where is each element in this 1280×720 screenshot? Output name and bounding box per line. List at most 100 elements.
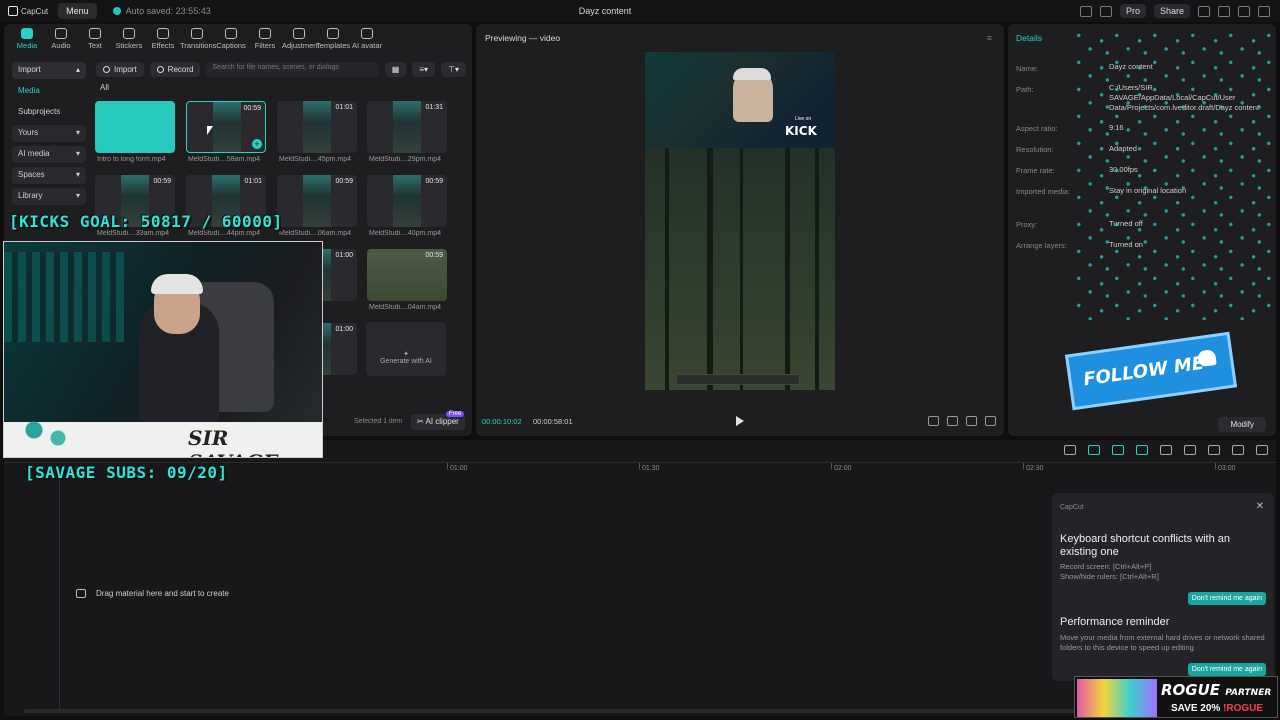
zoom-out-icon[interactable] bbox=[1208, 445, 1220, 455]
filter-button[interactable]: ⊤▾ bbox=[441, 61, 466, 77]
detail-label: Arrange layers: bbox=[1016, 241, 1067, 250]
app-name: CapCut bbox=[21, 6, 49, 16]
notification-title: Performance reminder bbox=[1060, 616, 1170, 628]
detail-value: Adapted bbox=[1109, 144, 1137, 153]
notification-title: Keyboard shortcut conflicts with an exis… bbox=[1060, 533, 1230, 558]
all-filter-label[interactable]: All bbox=[100, 83, 109, 92]
timeline-playhead[interactable] bbox=[59, 480, 60, 710]
sidebar-item-import[interactable]: Import ▴ bbox=[12, 62, 86, 79]
layout-icon[interactable] bbox=[1079, 5, 1092, 17]
snap-icon[interactable] bbox=[1136, 445, 1148, 455]
ratio-icon[interactable] bbox=[947, 416, 958, 426]
timeline-scrollbar[interactable] bbox=[24, 709, 1194, 713]
fullscreen-icon[interactable] bbox=[985, 416, 996, 426]
maximize-icon[interactable] bbox=[1238, 5, 1250, 17]
detail-label: Name: bbox=[1016, 64, 1039, 73]
tab-media[interactable]: Media bbox=[10, 28, 44, 52]
magnet-icon[interactable] bbox=[1112, 445, 1124, 455]
thumbnail-image bbox=[393, 175, 421, 227]
detail-value: 9:16 bbox=[1109, 123, 1124, 132]
media-search-input[interactable]: Search for file names, scenes, or dialog… bbox=[206, 61, 379, 77]
tab-transitions[interactable]: Transitions bbox=[180, 28, 216, 52]
zoom-slider-icon[interactable] bbox=[1232, 445, 1244, 455]
minimize-icon[interactable] bbox=[1218, 5, 1230, 17]
tab-stickers[interactable]: Stickers bbox=[112, 28, 146, 52]
sidebar-item-spaces[interactable]: Spaces ▾ bbox=[12, 167, 86, 184]
tab-text[interactable]: Text bbox=[78, 28, 112, 52]
video-preview[interactable]: Live on KICK KICK.COM/SIR_SAVAGE bbox=[645, 52, 835, 390]
media-thumbnail[interactable]: 00:59 bbox=[367, 249, 447, 301]
tab-templates[interactable]: Templates bbox=[316, 28, 350, 52]
app-brand: CapCut bbox=[8, 6, 48, 16]
menu-button[interactable]: Menu bbox=[58, 3, 97, 19]
add-to-timeline-icon[interactable]: + bbox=[252, 139, 262, 149]
tree bbox=[707, 148, 713, 390]
detail-label: Proxy: bbox=[1016, 220, 1038, 229]
media-sidebar: Import ▴ Media Subprojects Yours ▾ AI medi… bbox=[12, 62, 86, 209]
tree bbox=[815, 148, 819, 390]
caption-track-icon[interactable] bbox=[1184, 445, 1196, 455]
media-thumbnail-selected[interactable]: 00:59 + bbox=[186, 101, 266, 153]
thumbnail-image bbox=[213, 102, 241, 152]
autosave-status: Auto saved: 23:55:43 bbox=[112, 6, 211, 16]
tab-effects[interactable]: Effects bbox=[146, 28, 180, 52]
generate-with-ai-button[interactable]: ✦ Generate with AI bbox=[366, 322, 446, 376]
adjustment-icon bbox=[293, 28, 305, 39]
share-button[interactable]: Share bbox=[1153, 4, 1190, 18]
detail-value: Stay in original location bbox=[1109, 186, 1187, 195]
templates-icon bbox=[327, 28, 339, 39]
record-button[interactable]: Record bbox=[149, 61, 201, 77]
detail-value: C:/Users/SIR SAVAGE/AppData/Local/CapCut… bbox=[1109, 83, 1260, 112]
tab-ai-avatar[interactable]: AI avatar bbox=[350, 28, 384, 52]
close-icon[interactable] bbox=[1258, 5, 1270, 17]
preview-controls: 00:00:10:02 00:00:58:01 bbox=[476, 414, 1004, 430]
thumbnail-label: MeldStudi....04am.mp4 bbox=[369, 304, 441, 311]
sidebar-item-subprojects[interactable]: Subprojects bbox=[12, 104, 86, 121]
detail-value: Turned on bbox=[1109, 240, 1143, 249]
tab-adjustment[interactable]: Adjustment bbox=[282, 28, 320, 52]
media-thumbnail[interactable]: 00:59 bbox=[367, 175, 447, 227]
link-icon[interactable] bbox=[1088, 445, 1100, 455]
crop-icon[interactable] bbox=[928, 416, 939, 426]
detail-label: Path: bbox=[1016, 85, 1034, 94]
media-thumbnail[interactable]: 01:31 bbox=[367, 101, 447, 153]
export-icon[interactable] bbox=[1198, 5, 1210, 17]
sidebar-item-ai-media[interactable]: AI media ▾ bbox=[12, 146, 86, 163]
tab-filters[interactable]: Filters bbox=[248, 28, 282, 52]
sidebar-item-media[interactable]: Media bbox=[12, 83, 86, 100]
webcam-frame: Live on KICK bbox=[645, 52, 835, 148]
tab-captions[interactable]: Captions bbox=[214, 28, 248, 52]
audio-icon bbox=[55, 28, 67, 39]
play-icon[interactable] bbox=[736, 416, 744, 426]
microphone-icon[interactable] bbox=[1064, 445, 1076, 455]
split-icon[interactable] bbox=[1160, 445, 1172, 455]
media-thumbnail[interactable]: 00:59 bbox=[277, 175, 357, 227]
media-top-bar: Import Record Search for file names, sce… bbox=[96, 61, 466, 77]
tab-audio[interactable]: Audio bbox=[44, 28, 78, 52]
thumbnail-label: MeldStudi....29pm.mp4 bbox=[369, 156, 441, 163]
grid-view-button[interactable]: ▦ bbox=[384, 61, 407, 77]
shortcuts-icon[interactable] bbox=[1099, 5, 1112, 17]
media-icon bbox=[21, 28, 33, 39]
transitions-icon bbox=[191, 28, 203, 39]
dont-remind-button[interactable]: Don't remind me again bbox=[1187, 663, 1266, 676]
zoom-fit-icon[interactable] bbox=[966, 416, 977, 426]
thumbnail-label: MeldStudi....58am.mp4 bbox=[188, 156, 260, 163]
thumbnail-label: MeldStudi....44pm.mp4 bbox=[188, 230, 260, 237]
pro-button[interactable]: Pro bbox=[1119, 4, 1146, 18]
preview-menu-icon[interactable]: ≡ bbox=[987, 33, 992, 43]
dont-remind-button[interactable]: Don't remind me again bbox=[1187, 592, 1266, 605]
zoom-in-icon[interactable] bbox=[1256, 445, 1268, 455]
media-thumbnail[interactable] bbox=[95, 101, 175, 153]
import-button[interactable]: Import bbox=[96, 61, 144, 77]
modify-button[interactable]: Modify bbox=[1218, 417, 1266, 432]
sidebar-item-library[interactable]: Library ▾ bbox=[12, 188, 86, 205]
sort-button[interactable]: ≡▾ bbox=[412, 61, 436, 77]
close-icon[interactable]: ✕ bbox=[1256, 501, 1264, 512]
media-thumbnail[interactable]: 01:01 bbox=[277, 101, 357, 153]
preview-panel: Previewing — video ≡ Live on KICK KICK.C… bbox=[476, 24, 1004, 436]
capcut-logo-icon bbox=[8, 6, 18, 16]
live-on-label: Live on bbox=[795, 116, 812, 122]
sidebar-item-yours[interactable]: Yours ▾ bbox=[12, 125, 86, 142]
thumbnail-label: Intro to long form.mp4 bbox=[97, 156, 166, 163]
